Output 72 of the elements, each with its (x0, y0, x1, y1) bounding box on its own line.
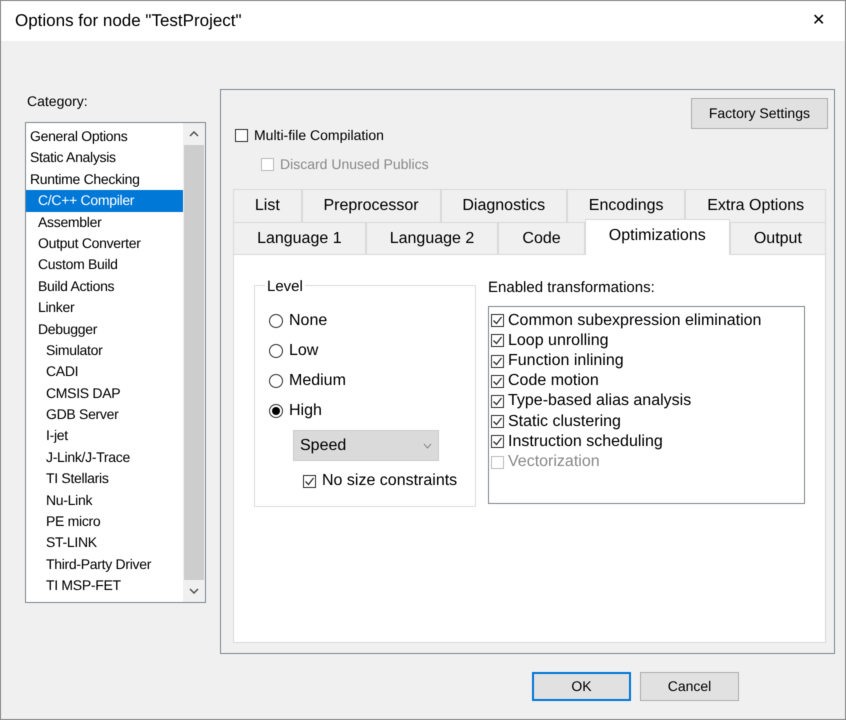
transformations-label: Enabled transformations: (488, 278, 656, 298)
category-item[interactable]: Nu-Link (26, 490, 183, 512)
dialog-button[interactable]: Cancel (640, 672, 739, 701)
checkbox[interactable] (235, 129, 248, 142)
tab[interactable]: List (233, 189, 302, 222)
close-button[interactable]: ✕ (806, 5, 831, 37)
transformation-label: Common subexpression elimination (508, 310, 762, 330)
radio-label: Medium (289, 371, 346, 391)
tab[interactable]: Preprocessor (302, 189, 440, 222)
tab[interactable]: Output (730, 222, 826, 255)
category-item[interactable]: Static Analysis (26, 147, 183, 169)
category-item[interactable]: Debugger (26, 318, 183, 340)
transformation-label: Instruction scheduling (508, 432, 663, 452)
scrollbar-thumb[interactable] (184, 145, 204, 580)
tab[interactable]: Optimizations (584, 219, 730, 255)
category-item[interactable]: I-jet (26, 425, 183, 447)
checkbox-label: No size constraints (322, 471, 458, 491)
transformation-label: Code motion (508, 371, 599, 392)
category-item[interactable]: Assembler (26, 212, 183, 233)
category-item[interactable]: PE micro (26, 511, 183, 532)
radio-button[interactable] (269, 344, 283, 358)
radio-label: High (289, 401, 322, 421)
category-item[interactable]: General Options (26, 126, 183, 148)
category-item[interactable]: Linker (26, 297, 183, 319)
category-item[interactable]: Build Actions (26, 276, 183, 298)
radio-button[interactable] (269, 314, 283, 328)
category-item[interactable]: Output Converter (26, 232, 183, 254)
window-title: Options for node "TestProject" (15, 10, 242, 32)
scroll-down-icon[interactable] (189, 588, 199, 594)
radio-label: None (289, 311, 328, 331)
category-item[interactable]: J-Link/J-Trace (26, 446, 183, 468)
checkbox[interactable] (491, 435, 504, 448)
tab[interactable]: Code (498, 222, 585, 255)
dialog-button[interactable]: OK (532, 672, 631, 701)
tab[interactable]: Diagnostics (440, 189, 567, 222)
chevron-icon (423, 442, 432, 448)
transformation-label: Static clustering (508, 412, 621, 432)
category-item[interactable]: C/C++ Compiler (26, 190, 183, 212)
radio-label: Low (289, 341, 318, 361)
scroll-up-icon[interactable] (189, 131, 199, 137)
category-label: Category: (26, 92, 89, 111)
category-item[interactable]: GDB Server (26, 404, 183, 426)
tab[interactable]: Language 2 (366, 222, 498, 255)
checkbox[interactable] (303, 474, 316, 488)
checkbox[interactable] (491, 334, 504, 348)
transformation-label: Function inlining (508, 350, 624, 371)
category-item[interactable]: ST-LINK (26, 532, 183, 554)
tab[interactable]: Encodings (566, 189, 686, 222)
checkbox[interactable] (491, 415, 504, 428)
checkbox[interactable] (491, 374, 504, 388)
option-label: Multi-file Compilation (254, 126, 384, 145)
radio-button[interactable] (269, 374, 283, 388)
transformation-label: Loop unrolling (508, 330, 609, 351)
radio-button[interactable] (269, 404, 283, 418)
category-item[interactable]: TI MSP-FET (26, 575, 183, 597)
checkbox[interactable] (491, 394, 504, 408)
category-item[interactable]: Runtime Checking (26, 168, 183, 190)
category-item[interactable]: CMSIS DAP (26, 382, 183, 404)
checkbox[interactable] (491, 354, 504, 368)
transformation-label: Vectorization (508, 452, 600, 472)
factory-settings-button[interactable]: Factory Settings (690, 98, 828, 129)
category-item[interactable]: Simulator (26, 340, 183, 362)
checkbox[interactable] (491, 314, 504, 328)
tab[interactable]: Language 1 (233, 222, 366, 255)
scrollbar[interactable] (183, 123, 205, 602)
tab[interactable]: Extra Options (685, 189, 826, 222)
category-item[interactable]: CADI (26, 361, 183, 383)
transformation-label: Type-based alias analysis (508, 391, 692, 412)
category-item[interactable]: Third-Party Driver (26, 554, 183, 576)
option-label: Discard Unused Publics (280, 155, 429, 174)
category-item[interactable]: TI Stellaris (26, 468, 183, 490)
category-item[interactable]: Custom Build (26, 254, 183, 276)
